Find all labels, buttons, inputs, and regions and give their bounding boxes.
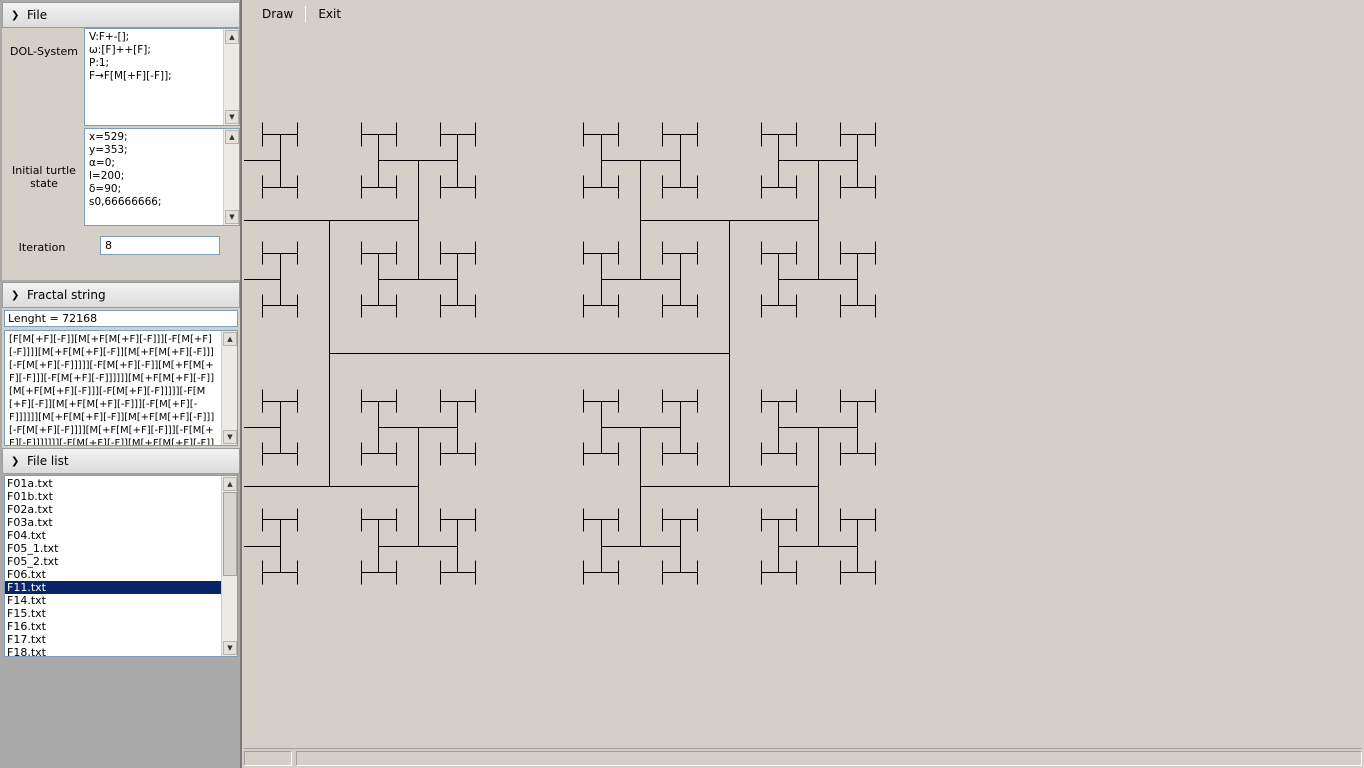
turtle-line: δ=90; — [89, 183, 122, 195]
scroll-up-icon[interactable]: ▲ — [223, 332, 237, 346]
collapse-chevron-icon[interactable]: ❯ — [11, 284, 21, 308]
scroll-up-icon[interactable]: ▲ — [225, 130, 239, 144]
turtle-scrollbar[interactable]: ▲ ▼ — [223, 129, 239, 225]
collapse-chevron-icon[interactable]: ❯ — [11, 450, 21, 474]
fractal-string-textarea[interactable]: [F[M[+F][-F]][M[+F[M[+F][-F]]][-F[M[+F][… — [4, 330, 238, 446]
dol-system-text: V:F+-[]; ω:[F]++[F]; P:1; F→F[M[+F][-F]]; — [85, 29, 239, 85]
turtle-line: x=529; — [89, 131, 128, 143]
scroll-up-icon[interactable]: ▲ — [225, 30, 239, 44]
turtle-state-textarea[interactable]: x=529; y=353; α=0; l=200; δ=90; s0,66666666; … — [84, 128, 240, 226]
scroll-up-icon[interactable]: ▲ — [223, 477, 237, 491]
file-list-item[interactable]: F01b.txt — [5, 490, 237, 503]
fractal-string-section-title: Fractal string — [27, 288, 106, 302]
fractal-string-text: [F[M[+F][-F]][M[+F[M[+F][-F]]][-F[M[+F][… — [9, 334, 215, 446]
file-section-title: File — [27, 8, 48, 22]
fractal-drawing — [183, 122, 876, 585]
dol-scrollbar[interactable]: ▲ ▼ — [223, 29, 239, 125]
exit-menu-item[interactable]: Exit — [306, 7, 353, 21]
file-list-item[interactable]: F11.txt — [5, 580, 222, 595]
turtle-line: y=353; — [89, 144, 128, 156]
scroll-down-icon[interactable]: ▼ — [223, 641, 237, 655]
drawing-canvas[interactable] — [183, 0, 1364, 748]
dol-line: ω:[F]++[F]; — [89, 44, 151, 56]
h-tree-fractal — [183, 122, 876, 585]
scroll-down-icon[interactable]: ▼ — [223, 430, 237, 444]
file-list-item[interactable]: F14.txt — [5, 594, 237, 607]
file-list-item[interactable]: F01a.txt — [5, 477, 237, 490]
status-panel-1 — [244, 751, 292, 766]
left-panel: ❯ File DOL-System V:F+-[]; ω:[F]++[F]; P:1;… — [0, 0, 242, 768]
fractal-string-section-header[interactable]: ❯ Fractal string — [2, 282, 240, 308]
file-list-items: F01a.txt F01b.txt F02a.txt F03a.txt F04.txt F… — [5, 476, 237, 656]
fractal-scrollbar[interactable]: ▲ ▼ — [221, 331, 237, 445]
file-list-item[interactable]: F05_2.txt — [5, 555, 237, 568]
file-list-item[interactable]: F05_1.txt — [5, 542, 237, 555]
file-list-item[interactable]: F16.txt — [5, 620, 237, 633]
main-area: Draw Exit — [183, 0, 1364, 768]
draw-menu-item[interactable]: Draw — [250, 7, 305, 21]
length-readout: Lenght = 72168 — [4, 310, 238, 327]
file-list-item[interactable]: F02a.txt — [5, 503, 237, 516]
iteration-input[interactable] — [100, 236, 220, 255]
file-list-section-header[interactable]: ❯ File list — [2, 448, 240, 474]
scroll-down-icon[interactable]: ▼ — [225, 210, 239, 224]
file-list-item[interactable]: F03a.txt — [5, 516, 237, 529]
file-list-scrollbar[interactable]: ▲ ▼ — [221, 476, 237, 656]
dol-line: V:F+-[]; — [89, 31, 130, 43]
turtle-line: α=0; — [89, 157, 115, 169]
dol-system-textarea[interactable]: V:F+-[]; ω:[F]++[F]; P:1; F→F[M[+F][-F]]; ▲… — [84, 28, 240, 126]
dol-line: P:1; — [89, 57, 110, 69]
file-section-header[interactable]: ❯ File — [2, 2, 240, 28]
collapse-chevron-icon[interactable]: ❯ — [11, 4, 21, 28]
turtle-line: s0,66666666; — [89, 196, 162, 208]
file-list-item[interactable]: F18.txt — [5, 646, 237, 656]
turtle-state-text: x=529; y=353; α=0; l=200; δ=90; s0,66666666; — [85, 129, 239, 211]
file-list-item[interactable]: F15.txt — [5, 607, 237, 620]
dol-line: F→F[M[+F][-F]]; — [89, 70, 172, 82]
file-list-item[interactable]: F17.txt — [5, 633, 237, 646]
file-list-item[interactable]: F04.txt — [5, 529, 237, 542]
turtle-line: l=200; — [89, 170, 125, 182]
file-list-item[interactable]: F06.txt — [5, 568, 237, 581]
dol-system-label: DOL-System — [9, 45, 79, 58]
menu-bar: Draw Exit — [250, 4, 353, 24]
scrollbar-thumb[interactable] — [223, 492, 237, 576]
status-panel-2 — [296, 751, 1362, 766]
iteration-label: Iteration — [18, 241, 66, 254]
initial-turtle-state-label: Initial turtle state — [12, 164, 76, 190]
file-list[interactable]: F01a.txt F01b.txt F02a.txt F03a.txt F04.txt F… — [4, 475, 238, 657]
status-bar — [244, 748, 1362, 766]
file-list-section-title: File list — [27, 454, 69, 468]
scroll-down-icon[interactable]: ▼ — [225, 110, 239, 124]
